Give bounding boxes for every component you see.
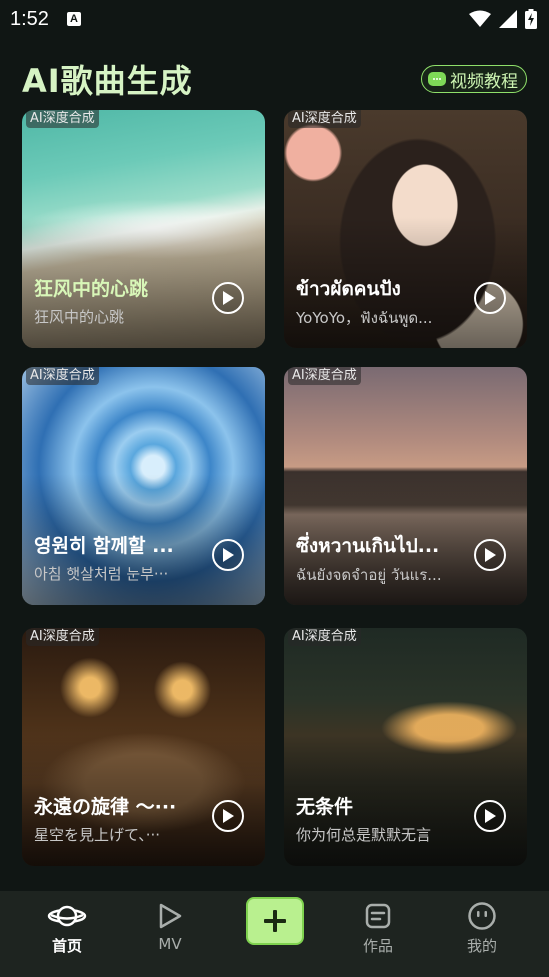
song-card[interactable]: AI深度合成 ซึ่งหวานเกินไป... ฉันยังจดจำอยู่ …: [284, 367, 527, 605]
header: AI歌曲生成 视频教程: [0, 56, 549, 102]
notification-a-icon: A: [66, 12, 81, 26]
wifi-icon: [469, 10, 491, 27]
song-card[interactable]: AI深度合成 无条件 你为何总是默默无言: [284, 628, 527, 866]
song-subtitle: ฉันยังจดจำอยู่ วันแร...: [296, 566, 442, 584]
signal-icon: [499, 10, 517, 28]
document-icon: [364, 901, 392, 931]
play-button[interactable]: [212, 800, 244, 832]
play-button[interactable]: [212, 539, 244, 571]
song-title: ข้าวผัดคนปัง: [296, 278, 401, 300]
ai-synthesis-badge: AI深度合成: [288, 110, 361, 128]
status-left: 1:52 A: [10, 8, 81, 31]
ai-synthesis-badge: AI深度合成: [26, 110, 99, 128]
song-subtitle: 你为何总是默默无言: [296, 826, 432, 844]
page-title: AI歌曲生成: [22, 62, 193, 100]
battery-charging-icon: [525, 9, 537, 29]
song-title: 영원히 함께할 ...: [34, 535, 174, 557]
status-time: 1:52: [10, 7, 49, 30]
video-chat-icon: [428, 72, 446, 86]
song-card[interactable]: AI深度合成 永遠の旋律 〜··· 星空を見上げて、···: [22, 628, 265, 866]
play-icon: [223, 809, 234, 823]
play-button[interactable]: [474, 800, 506, 832]
ai-synthesis-badge: AI深度合成: [288, 367, 361, 385]
nav-item-mv[interactable]: MV: [130, 891, 210, 977]
status-right: [469, 9, 537, 29]
play-icon: [485, 809, 496, 823]
song-card[interactable]: AI深度合成 영원히 함께할 ... 아침 햇살처럼 눈부···: [22, 367, 265, 605]
nav-item-works[interactable]: 作品: [338, 891, 418, 977]
ai-synthesis-badge: AI深度合成: [26, 628, 99, 646]
song-subtitle: 狂风中的心跳: [34, 308, 125, 326]
nav-label-mine: 我的: [466, 937, 497, 955]
video-tutorial-button[interactable]: 视频教程: [421, 65, 527, 93]
plus-icon: [264, 910, 286, 932]
nav-label-mv: MV: [158, 935, 182, 953]
song-card[interactable]: AI深度合成 ข้าวผัดคนปัง YoYoYo，ฟังฉันพูด...: [284, 110, 527, 348]
play-icon: [485, 291, 496, 305]
song-title: 无条件: [296, 796, 354, 818]
smiley-icon: [467, 901, 497, 931]
play-triangle-icon: [157, 901, 183, 931]
planet-icon: [47, 901, 87, 931]
play-icon: [223, 548, 234, 562]
song-subtitle: 아침 햇살처럼 눈부···: [34, 565, 169, 583]
create-button[interactable]: [246, 897, 304, 945]
nav-item-mine[interactable]: 我的: [442, 891, 522, 977]
nav-item-home[interactable]: 首页: [27, 891, 107, 977]
video-tutorial-label: 视频教程: [450, 71, 518, 92]
song-card[interactable]: AI深度合成 狂风中的心跳 狂风中的心跳: [22, 110, 265, 348]
ai-synthesis-badge: AI深度合成: [26, 367, 99, 385]
play-button[interactable]: [474, 282, 506, 314]
song-subtitle: 星空を見上げて、···: [34, 826, 161, 844]
song-title: 狂风中的心跳: [34, 278, 149, 300]
ai-synthesis-badge: AI深度合成: [288, 628, 361, 646]
nav-label-works: 作品: [362, 937, 393, 955]
play-icon: [223, 291, 234, 305]
song-subtitle: YoYoYo，ฟังฉันพูด...: [296, 309, 433, 327]
status-bar: 1:52 A: [0, 0, 549, 38]
play-button[interactable]: [212, 282, 244, 314]
song-title: ซึ่งหวานเกินไป...: [296, 535, 440, 557]
bottom-nav: 首页 MV 作品 我的: [0, 891, 549, 977]
play-button[interactable]: [474, 539, 506, 571]
play-icon: [485, 548, 496, 562]
nav-label-home: 首页: [51, 937, 82, 955]
song-title: 永遠の旋律 〜···: [34, 796, 177, 818]
